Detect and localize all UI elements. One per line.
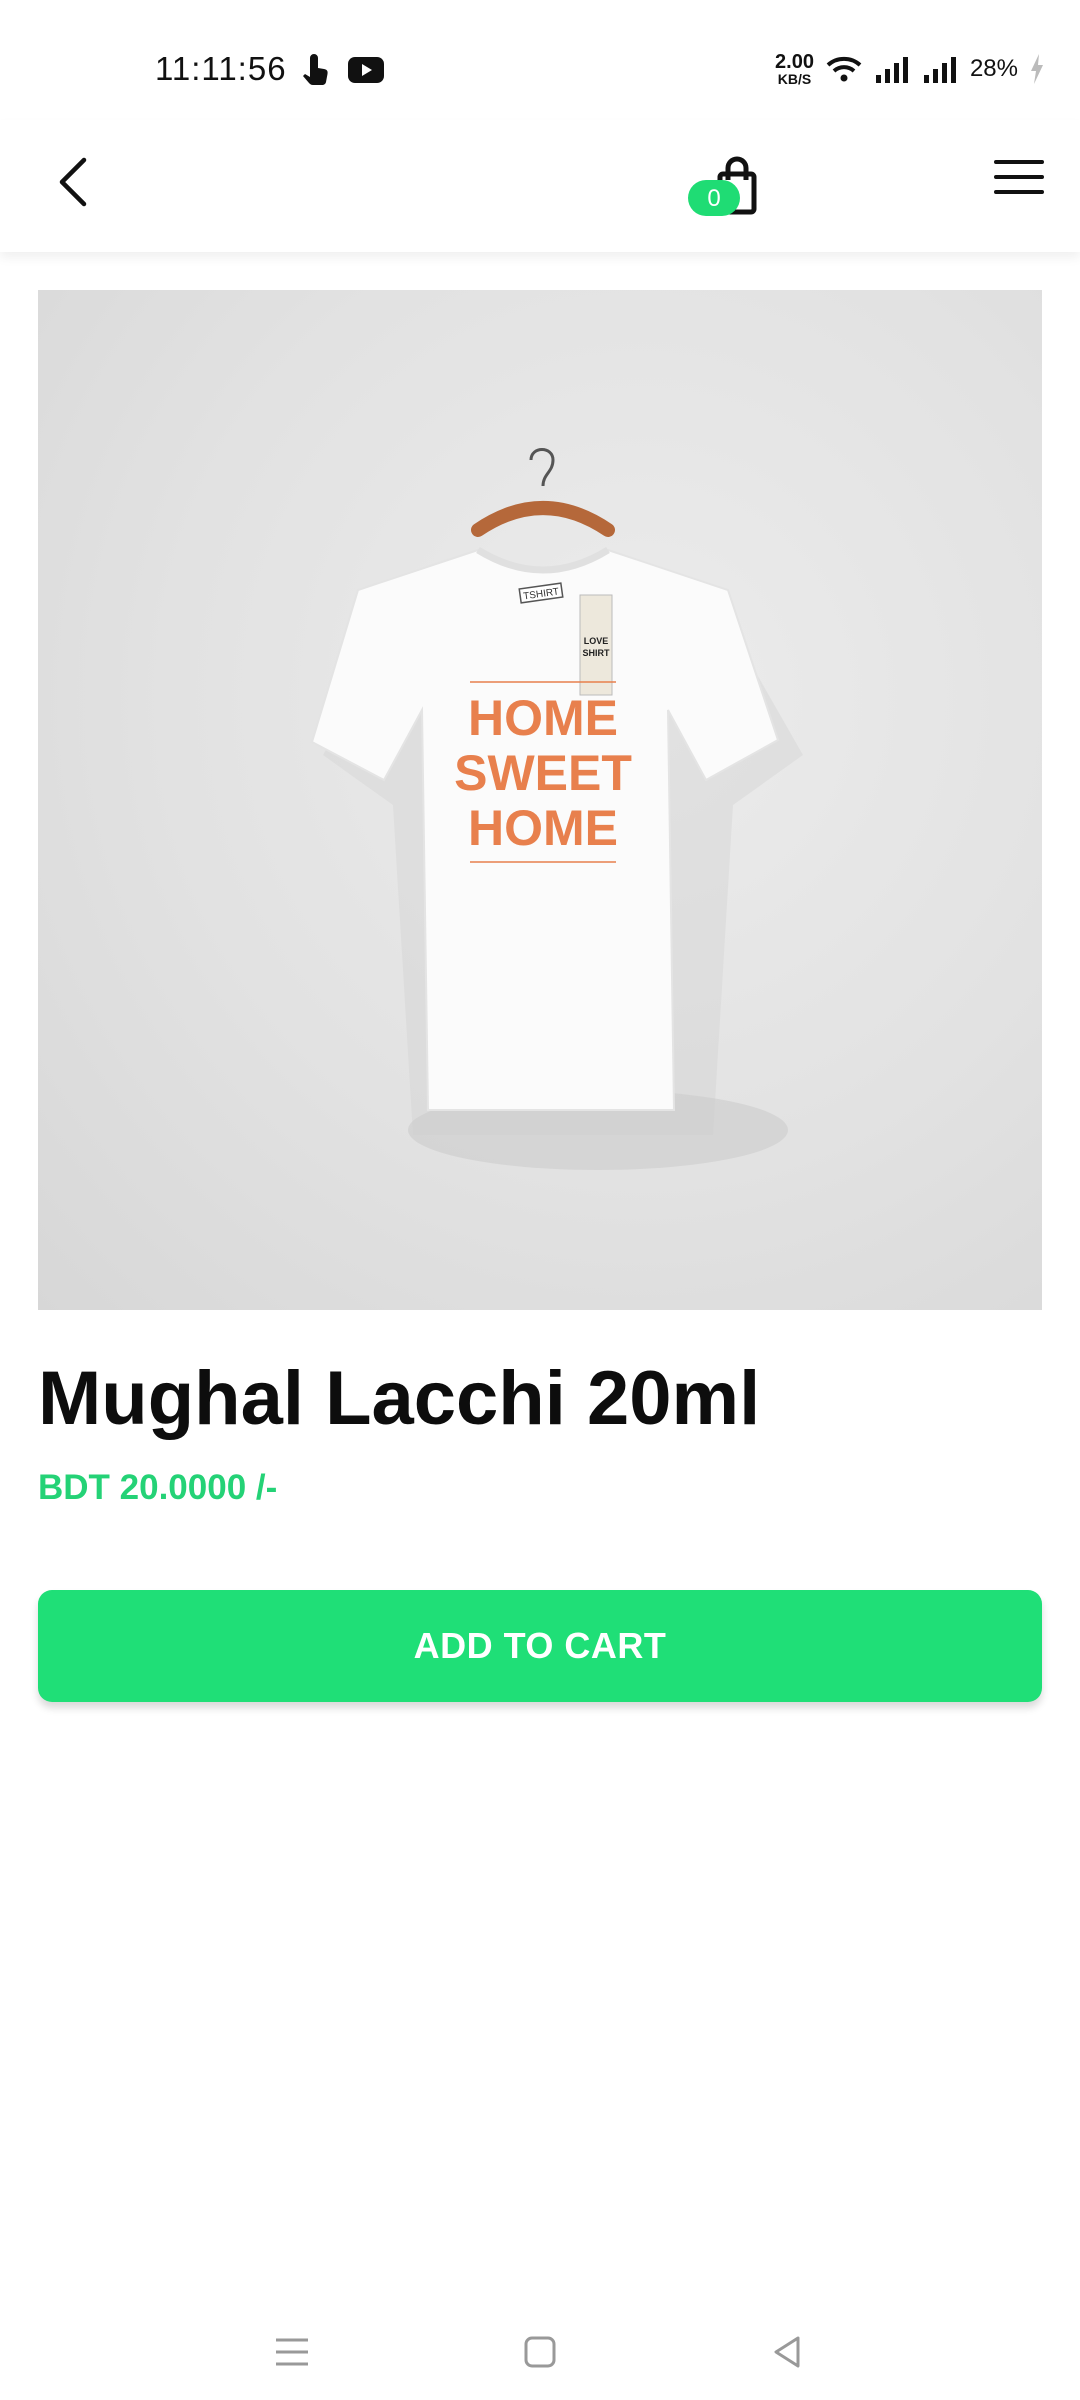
charging-icon: [1031, 54, 1043, 84]
print-line-3: HOME: [468, 800, 618, 856]
touch-icon: [303, 54, 328, 85]
wifi-icon: [826, 56, 862, 82]
net-speed: 2.00 KB/S: [775, 52, 814, 86]
menu-button[interactable]: [994, 160, 1044, 204]
net-speed-unit: KB/S: [777, 71, 812, 87]
cart-count-badge: 0: [688, 180, 740, 216]
tag-text-line-2: SHIRT: [583, 648, 611, 658]
youtube-icon: [348, 57, 384, 83]
signal-icon: [875, 57, 908, 83]
recents-button[interactable]: [262, 2322, 322, 2382]
net-speed-value: 2.00: [775, 51, 814, 73]
add-to-cart-button[interactable]: ADD TO CART: [38, 1590, 1042, 1702]
hamburger-menu-icon: [994, 160, 1044, 194]
back-icon: [774, 2336, 800, 2368]
product-title: Mughal Lacchi 20ml: [38, 1356, 761, 1441]
back-arrow-icon: [59, 157, 87, 207]
signal-icon: [923, 57, 956, 83]
recents-icon: [276, 2338, 308, 2366]
product-image: TSHIRT LOVE SHIRT HOME SWEET HOME: [38, 290, 1042, 1310]
tag-text-line-1: LOVE: [584, 636, 609, 646]
product-price: BDT 20.0000 /-: [38, 1468, 278, 1507]
nav-back-button[interactable]: [758, 2322, 818, 2382]
status-bar: 11:11:56 2.00 KB/S 28%: [0, 0, 1080, 120]
status-right: 2.00 KB/S 28%: [775, 52, 1044, 86]
home-icon: [524, 2336, 556, 2368]
cart-button[interactable]: 0: [688, 150, 760, 230]
status-left-icons: [300, 54, 384, 86]
app-bar: 0: [0, 120, 1080, 252]
tshirt-illustration: TSHIRT LOVE SHIRT HOME SWEET HOME: [310, 448, 803, 1170]
back-button[interactable]: [46, 152, 106, 212]
status-time: 11:11:56: [155, 50, 287, 87]
home-button[interactable]: [510, 2322, 570, 2382]
print-line-1: HOME: [468, 690, 618, 746]
system-nav-bar: [0, 2300, 1080, 2400]
battery-level: 28%: [969, 55, 1018, 82]
print-line-2: SWEET: [454, 745, 632, 801]
